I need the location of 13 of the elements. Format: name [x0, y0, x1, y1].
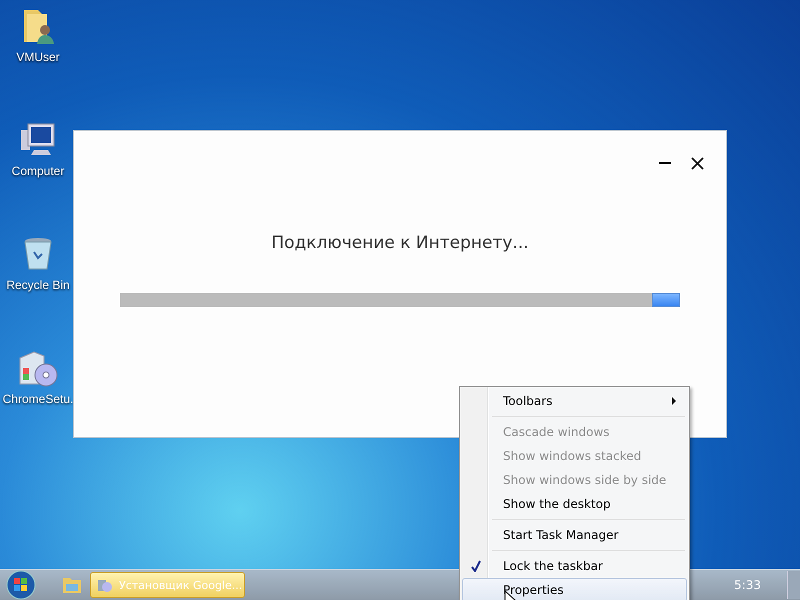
- start-button[interactable]: [6, 570, 36, 600]
- menu-item[interactable]: Start Task Manager: [462, 523, 687, 547]
- taskbar-button-label: Установщик Google...: [119, 578, 242, 592]
- status-message: Подключение к Интернету...: [271, 233, 529, 253]
- menu-item[interactable]: Show the desktop: [462, 492, 687, 516]
- menu-item[interactable]: Toolbars: [462, 389, 687, 413]
- menu-item[interactable]: Lock the taskbar: [462, 554, 687, 578]
- installer-box-icon: [97, 577, 113, 593]
- desktop-icon-label[interactable]: Recycle Bin: [6, 278, 70, 292]
- desktop-icon-label[interactable]: ChromeSetu.: [2, 392, 74, 406]
- desktop-icon-label[interactable]: VMUser: [16, 50, 60, 64]
- menu-item[interactable]: Properties: [462, 578, 687, 600]
- desktop-icon-label[interactable]: Computer: [12, 164, 64, 178]
